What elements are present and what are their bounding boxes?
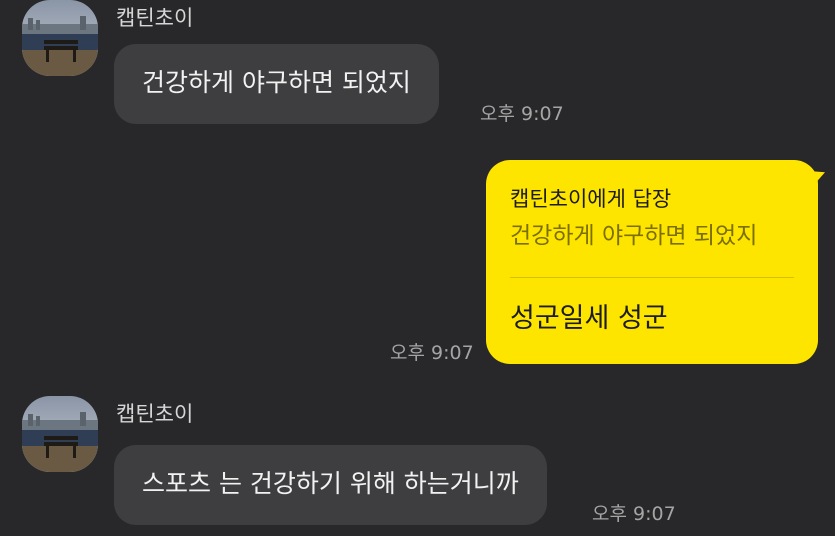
message-time: 오후 9:07 (480, 103, 564, 125)
sender-name: 캡틴초이 (116, 6, 194, 30)
avatar[interactable] (22, 0, 98, 76)
message-text: 성군일세 성군 (510, 303, 668, 334)
message-bubble-outgoing[interactable]: 캡틴초이에게 답장 건강하게 야구하면 되었지 성군일세 성군 (486, 160, 818, 364)
profile-photo (22, 0, 98, 76)
sender-name: 캡틴초이 (116, 402, 194, 426)
message-bubble-incoming[interactable]: 스포츠 는 건강하기 위해 하는거니까 (114, 445, 547, 525)
message-text: 스포츠 는 건강하기 위해 하는거니까 (142, 469, 519, 498)
quoted-message[interactable]: 건강하게 야구하면 되었지 (510, 222, 757, 250)
avatar[interactable] (22, 396, 98, 472)
reply-header: 캡틴초이에게 답장 (510, 187, 672, 211)
profile-photo (22, 396, 98, 472)
message-text: 건강하게 야구하면 되었지 (142, 68, 411, 97)
reply-divider (510, 277, 794, 278)
message-time: 오후 9:07 (592, 503, 676, 525)
message-bubble-incoming[interactable]: 건강하게 야구하면 되었지 (114, 44, 439, 124)
message-time: 오후 9:07 (390, 342, 474, 364)
